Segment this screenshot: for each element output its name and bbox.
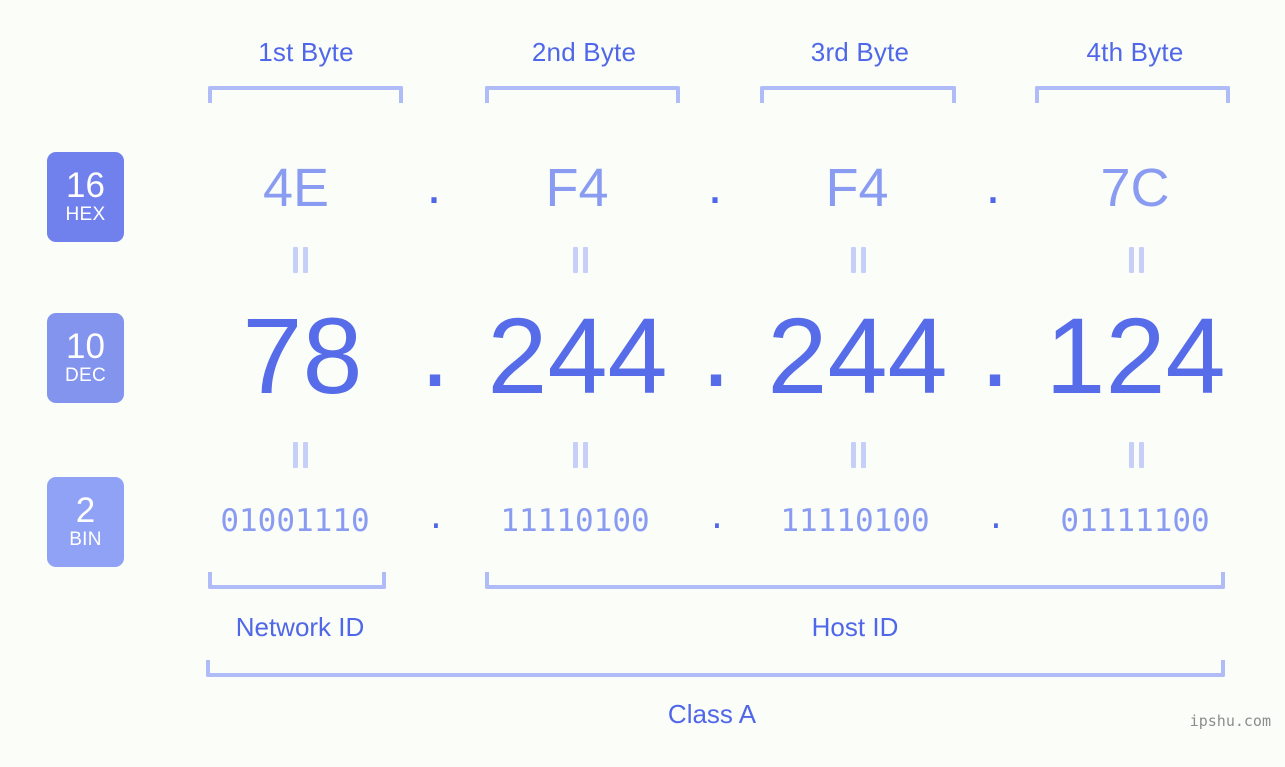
- hex-byte-4: 7C: [1100, 158, 1170, 218]
- byte-bracket-top-2: [485, 86, 680, 103]
- base-badge-bin: 2 BIN: [47, 477, 124, 567]
- dec-separator-3: .: [979, 288, 1010, 409]
- hex-byte-2: F4: [545, 158, 609, 218]
- dec-separator-2: .: [700, 288, 731, 409]
- base-badge-dec: 10 DEC: [47, 313, 124, 403]
- base-badge-dec-name: DEC: [64, 365, 106, 386]
- dec-byte-1: 78: [242, 295, 363, 416]
- byte-header-label-4: 4th Byte: [1086, 37, 1184, 67]
- byte-header-label-3: 3rd Byte: [810, 37, 910, 67]
- byte-header-label-1: 1st Byte: [258, 37, 354, 67]
- bin-byte-2: 11110100: [500, 503, 650, 539]
- network-id-bracket: [208, 572, 386, 589]
- watermark: ipshu.com: [1189, 712, 1271, 730]
- hex-byte-1: 4E: [262, 158, 330, 218]
- base-badge-hex-name: HEX: [65, 204, 106, 225]
- base-badge-hex: 16 HEX: [47, 152, 124, 242]
- class-label: Class A: [667, 699, 757, 729]
- equals-bar: [572, 442, 578, 468]
- base-badge-bin-name: BIN: [69, 529, 102, 550]
- dec-separator-1: .: [419, 288, 450, 409]
- bin-separator-2: .: [707, 500, 727, 536]
- network-id-label: Network ID: [235, 612, 365, 642]
- byte-bracket-top-3: [760, 86, 956, 103]
- bin-byte-1: 01001110: [220, 503, 370, 539]
- hex-separator-2: .: [707, 155, 723, 215]
- equals-hex-dec-1: [285, 243, 315, 277]
- equals-dec-bin-4: [1121, 438, 1151, 472]
- class-bracket: [206, 660, 1225, 677]
- base-badge-hex-number: 16: [66, 166, 105, 205]
- byte-bracket-top-1: [208, 86, 403, 103]
- base-badge-bin-number: 2: [75, 491, 96, 530]
- host-id-bracket: [485, 572, 1225, 589]
- equals-bar: [572, 247, 578, 273]
- equals-bar: [1128, 442, 1134, 468]
- hex-separator-3: .: [985, 155, 1001, 215]
- base-badge-dec-number: 10: [66, 327, 105, 366]
- bin-separator-3: .: [986, 500, 1006, 536]
- equals-bar: [302, 442, 308, 468]
- ip-breakdown-diagram: 1st Byte 2nd Byte 3rd Byte 4th Byte 16 H…: [0, 0, 1285, 767]
- dec-byte-2: 244: [487, 295, 668, 416]
- equals-dec-bin-3: [843, 438, 873, 472]
- hex-separator-1: .: [426, 155, 442, 215]
- equals-bar: [582, 442, 588, 468]
- hex-byte-3: F4: [825, 158, 889, 218]
- bin-separator-1: .: [426, 500, 446, 536]
- equals-bar: [860, 442, 866, 468]
- equals-bar: [292, 247, 298, 273]
- bin-byte-3: 11110100: [780, 503, 930, 539]
- equals-dec-bin-1: [285, 438, 315, 472]
- equals-hex-dec-4: [1121, 243, 1151, 277]
- equals-bar: [1128, 247, 1134, 273]
- byte-header-label-2: 2nd Byte: [531, 37, 637, 67]
- equals-bar: [582, 247, 588, 273]
- equals-hex-dec-2: [565, 243, 595, 277]
- equals-bar: [292, 442, 298, 468]
- equals-bar: [850, 442, 856, 468]
- byte-bracket-top-4: [1035, 86, 1230, 103]
- equals-bar: [1138, 442, 1144, 468]
- equals-bar: [860, 247, 866, 273]
- equals-bar: [850, 247, 856, 273]
- equals-bar: [302, 247, 308, 273]
- dec-byte-4: 124: [1045, 295, 1226, 416]
- bin-byte-4: 01111100: [1060, 503, 1210, 539]
- host-id-label: Host ID: [811, 612, 899, 642]
- dec-byte-3: 244: [767, 295, 948, 416]
- equals-hex-dec-3: [843, 243, 873, 277]
- equals-bar: [1138, 247, 1144, 273]
- equals-dec-bin-2: [565, 438, 595, 472]
